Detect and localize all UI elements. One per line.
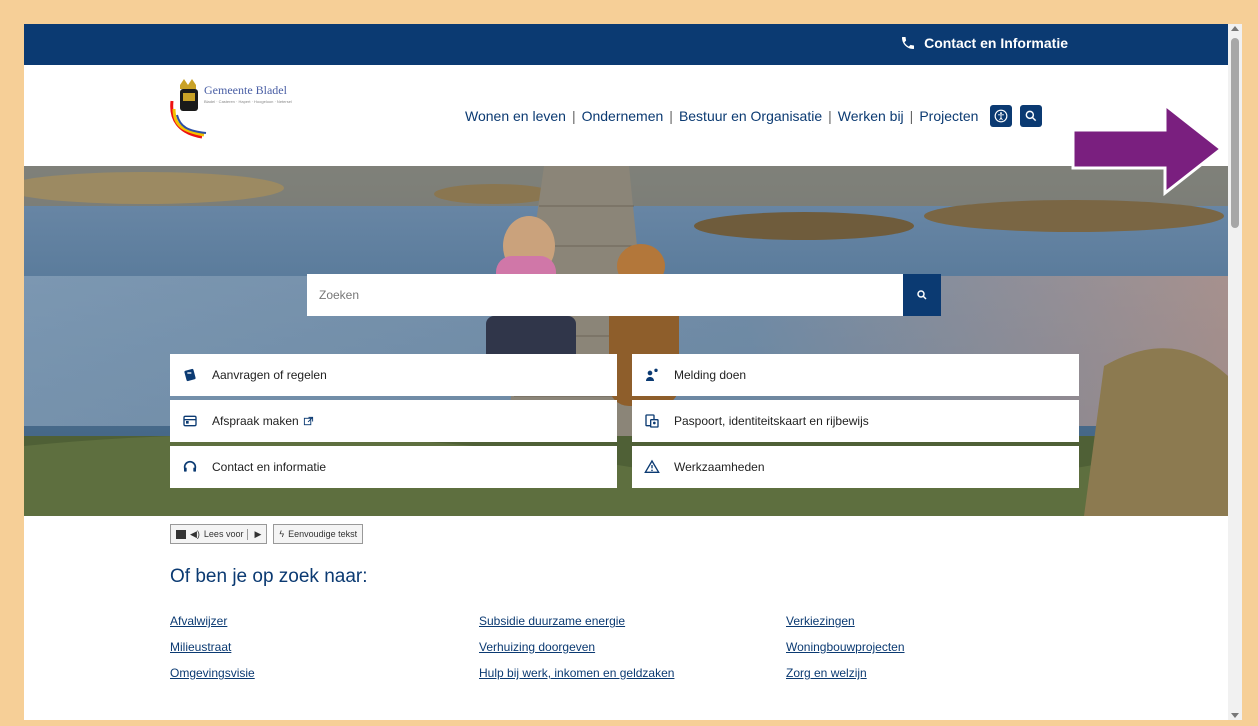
person-report-icon <box>646 368 658 381</box>
section-title: Of ben je op zoek naar: <box>170 566 368 587</box>
nav-item-wonen[interactable]: Wonen en leven <box>465 108 566 124</box>
accessibility-button[interactable] <box>990 105 1013 127</box>
nav-separator: | <box>669 108 673 124</box>
headset-icon <box>183 460 197 472</box>
header-search-button[interactable] <box>1020 105 1043 127</box>
nav-item-ondernemen[interactable]: Ondernemen <box>582 108 664 124</box>
tile-werkzaamheden[interactable]: Werkzaamheden <box>632 446 1079 488</box>
nav-item-bestuur[interactable]: Bestuur en Organisatie <box>679 108 822 124</box>
calendar-icon <box>183 415 197 427</box>
nav-item-werken-bij[interactable]: Werken bij <box>838 108 904 124</box>
logo-tagline: Bladel · Casteren · Hapert · Hoogeloon ·… <box>204 99 292 104</box>
tile-label: Melding doen <box>674 368 747 382</box>
lightning-icon: ϟ <box>279 529 285 539</box>
simple-text-button[interactable]: ϟ Eenvoudige tekst <box>273 524 364 544</box>
accessibility-icon <box>995 109 1008 123</box>
search-icon <box>1026 110 1037 122</box>
link-afvalwijzer[interactable]: Afvalwijzer <box>170 614 227 628</box>
link-zorg[interactable]: Zorg en welzijn <box>786 666 867 680</box>
tile-label: Werkzaamheden <box>674 460 765 474</box>
tile-afspraak[interactable]: Afspraak maken <box>170 400 617 442</box>
tile-paspoort[interactable]: Paspoort, identiteitskaart en rijbewijs <box>632 400 1079 442</box>
speaker-icon: ◀) <box>190 528 200 539</box>
link-woningbouw[interactable]: Woningbouwprojecten <box>786 640 905 654</box>
link-omgevingsvisie[interactable]: Omgevingsvisie <box>170 666 255 680</box>
menu-icon[interactable] <box>176 529 186 539</box>
hero-search: Zoeken <box>307 274 941 316</box>
simple-text-label: Eenvoudige tekst <box>288 529 358 539</box>
play-icon[interactable]: ▶ <box>247 528 261 540</box>
tile-melding[interactable]: Melding doen <box>632 354 1079 396</box>
contact-link[interactable]: Contact en Informatie <box>900 35 1068 51</box>
hero-search-button[interactable] <box>903 274 941 316</box>
logo[interactable]: Gemeente Bladel Bladel · Casteren · Hape… <box>168 79 358 155</box>
read-aloud-button[interactable]: Lees voor <box>204 529 244 539</box>
link-subsidie[interactable]: Subsidie duurzame energie <box>479 614 625 628</box>
external-link-icon <box>303 416 313 425</box>
search-icon <box>917 290 927 300</box>
scroll-down-arrow[interactable] <box>1231 713 1239 718</box>
main-nav: Wonen en leven | Ondernemen | Bestuur en… <box>465 105 1043 127</box>
tile-label: Aanvragen of regelen <box>212 368 327 382</box>
nav-separator: | <box>828 108 832 124</box>
search-input[interactable]: Zoeken <box>307 274 902 316</box>
phone-icon <box>902 37 915 49</box>
scroll-up-arrow[interactable] <box>1231 26 1239 31</box>
tile-contact[interactable]: Contact en informatie <box>170 446 617 488</box>
id-card-icon <box>645 414 659 428</box>
readspeaker-toolbar: ◀) Lees voor ▶ ϟ Eenvoudige tekst <box>170 524 364 544</box>
warning-triangle-icon <box>644 459 660 473</box>
nav-item-projecten[interactable]: Projecten <box>919 108 978 124</box>
readspeaker-group: ◀) Lees voor ▶ <box>170 524 268 544</box>
link-verkiezingen[interactable]: Verkiezingen <box>786 614 855 628</box>
top-bar: Contact en Informatie <box>24 24 1228 65</box>
link-hulp-werk[interactable]: Hulp bij werk, inkomen en geldzaken <box>479 666 674 680</box>
crest-icon <box>170 79 207 139</box>
tile-label: Paspoort, identiteitskaart en rijbewijs <box>674 414 869 428</box>
tile-aanvragen[interactable]: Aanvragen of regelen <box>170 354 617 396</box>
document-stack-icon <box>184 368 196 382</box>
link-verhuizing[interactable]: Verhuizing doorgeven <box>479 640 595 654</box>
logo-name: Gemeente Bladel <box>204 83 287 97</box>
nav-separator: | <box>571 108 576 124</box>
hero-banner: Zoeken Aanvragen of regelen Melding doen… <box>24 166 1228 516</box>
contact-label: Contact en Informatie <box>924 35 1068 51</box>
nav-separator: | <box>909 108 914 124</box>
tile-label: Afspraak maken <box>212 414 299 428</box>
tile-label: Contact en informatie <box>212 460 327 474</box>
pointer-arrow-icon <box>1071 103 1224 197</box>
link-milieustraat[interactable]: Milieustraat <box>170 640 231 654</box>
